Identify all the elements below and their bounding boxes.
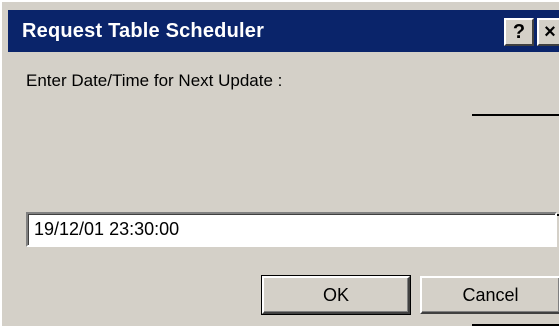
ok-button[interactable]: OK [261, 275, 411, 315]
datetime-prompt-label: Enter Date/Time for Next Update : [26, 71, 283, 90]
scheduler-dialog: Request Table Scheduler ? × Enter Date/T… [0, 0, 559, 326]
separator-line [472, 114, 559, 116]
window-title: Request Table Scheduler [22, 20, 265, 42]
title-bar[interactable]: Request Table Scheduler ? × [8, 10, 559, 52]
cancel-button[interactable]: Cancel [420, 276, 559, 314]
help-button[interactable]: ? [504, 18, 534, 46]
close-button[interactable]: × [537, 18, 559, 46]
datetime-input[interactable] [26, 212, 557, 247]
